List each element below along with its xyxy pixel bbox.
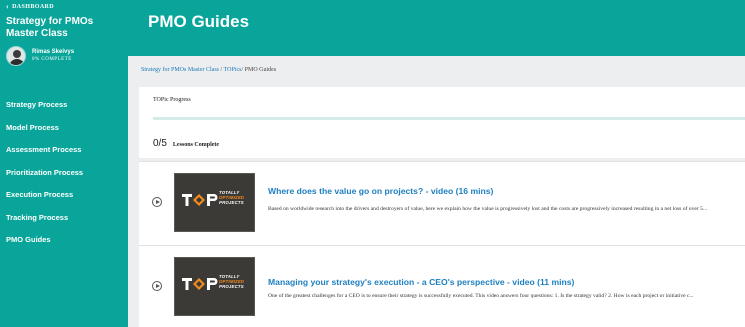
page-title: PMO Guides	[148, 12, 250, 31]
sidebar-item-pmo-guides[interactable]: PMO Guides	[0, 229, 128, 252]
topic-progress-card: TOPic Progress 0/5 Lessons Complete	[139, 87, 745, 158]
sidebar-item-strategy-process[interactable]: Strategy Process	[0, 94, 128, 117]
breadcrumb-current: PMO Guides	[244, 67, 277, 73]
sidebar-nav: Strategy Process Model Process Assessmen…	[0, 94, 128, 252]
logo-wordmark: TOTALLY OPTIMIZED PROJECTS	[219, 274, 245, 289]
lesson-row[interactable]: TOTALLY OPTIMIZED PROJECTS Where does th…	[139, 161, 745, 245]
lesson-thumbnail[interactable]: TOTALLY OPTIMIZED PROJECTS	[174, 173, 255, 232]
avatar	[6, 46, 26, 66]
breadcrumb-course-link[interactable]: Strategy for PMOs Master Class	[141, 67, 219, 73]
back-link-label: DASHBOARD	[12, 4, 55, 10]
course-title[interactable]: Strategy for PMOs Master Class	[6, 16, 124, 40]
user-name: Rimas Skeivys	[32, 49, 75, 55]
chevron-left-icon: ‹	[6, 2, 10, 11]
sidebar: ‹ DASHBOARD Strategy for PMOs Master Cla…	[0, 0, 128, 327]
breadcrumb-topics-link[interactable]: TOPics	[224, 67, 242, 73]
sidebar-item-assessment-process[interactable]: Assessment Process	[0, 139, 128, 162]
sidebar-item-model-process[interactable]: Model Process	[0, 117, 128, 140]
lessons-complete-label: Lessons Complete	[172, 142, 220, 148]
lesson-thumbnail[interactable]: TOTALLY OPTIMIZED PROJECTS	[174, 257, 255, 316]
lesson-description: One of the greatest challenges for a CEO…	[268, 293, 694, 299]
breadcrumb-separator: /	[220, 67, 223, 73]
user-progress: 0% COMPLETE	[32, 57, 72, 62]
user-info: Rimas Skeivys 0% COMPLETE	[6, 46, 74, 66]
lesson-row[interactable]: TOTALLY OPTIMIZED PROJECTS Managing your…	[139, 245, 745, 327]
page-header: PMO Guides	[128, 0, 745, 56]
lesson-description: Based on worldwide research into the dri…	[268, 206, 708, 212]
play-icon[interactable]	[152, 281, 162, 291]
breadcrumb: Strategy for PMOs Master Class / TOPics/…	[141, 67, 276, 73]
top-logo-icon	[182, 194, 218, 206]
breadcrumb-separator: /	[241, 67, 244, 73]
logo-wordmark: TOTALLY OPTIMIZED PROJECTS	[219, 190, 245, 205]
sidebar-item-execution-process[interactable]: Execution Process	[0, 184, 128, 207]
progress-bar	[153, 117, 745, 120]
sidebar-item-tracking-process[interactable]: Tracking Process	[0, 207, 128, 230]
top-logo-icon	[182, 278, 218, 290]
back-to-dashboard-link[interactable]: ‹ DASHBOARD	[6, 2, 55, 11]
lessons-complete-row: 0/5 Lessons Complete	[153, 138, 219, 149]
sidebar-item-prioritization-process[interactable]: Prioritization Process	[0, 162, 128, 185]
lessons-complete-count: 0/5	[153, 138, 167, 149]
lesson-title-link[interactable]: Managing your strategy's execution - a C…	[268, 277, 574, 287]
play-icon[interactable]	[152, 197, 162, 207]
topic-progress-label: TOPic Progress	[153, 97, 191, 103]
lesson-title-link[interactable]: Where does the value go on projects? - v…	[268, 186, 493, 196]
